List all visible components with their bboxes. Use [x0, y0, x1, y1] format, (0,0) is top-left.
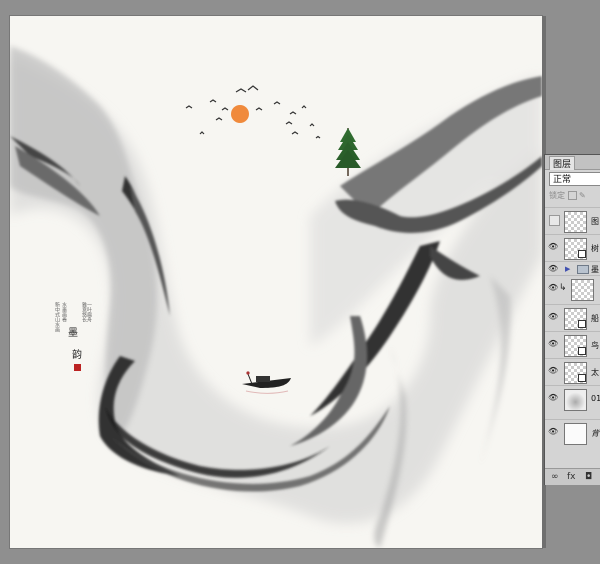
- blend-mode-select[interactable]: 正常: [549, 172, 600, 186]
- poem-column: 新中式山水画: [54, 302, 60, 332]
- eye-icon[interactable]: 👁: [548, 284, 558, 292]
- layer-thumbnail: [571, 279, 594, 301]
- tab-layers[interactable]: 图层: [549, 156, 576, 170]
- eye-icon[interactable]: 👁: [548, 313, 558, 321]
- eye-icon[interactable]: 👁: [548, 265, 558, 273]
- lock-transparency-icon[interactable]: [568, 191, 577, 200]
- pine-tree: [335, 128, 361, 176]
- layer-name: 背: [591, 429, 599, 438]
- layer-name: 船: [591, 314, 599, 323]
- lock-label: 锁定: [549, 191, 565, 200]
- eye-icon[interactable]: 👁: [548, 340, 558, 348]
- layer-name: 太: [591, 368, 599, 377]
- fx-icon[interactable]: fx: [567, 472, 576, 482]
- layer-name: 鸟: [591, 341, 599, 350]
- layer-name: 图: [591, 217, 599, 226]
- red-seal-stamp: [74, 364, 81, 371]
- layer-row[interactable]: 👁 树: [545, 234, 600, 261]
- layer-row[interactable]: 图: [545, 207, 600, 234]
- link-icon[interactable]: ∞: [551, 472, 559, 482]
- eye-icon[interactable]: 👁: [548, 367, 558, 375]
- layer-thumbnail: [564, 389, 587, 411]
- layer-row[interactable]: 👁 太: [545, 358, 600, 385]
- layer-thumbnail: [564, 423, 587, 445]
- visibility-toggle[interactable]: [549, 215, 560, 226]
- smart-object-icon: [578, 374, 586, 382]
- layer-name: 墨: [591, 265, 599, 274]
- layer-thumbnail: [564, 211, 587, 233]
- smart-object-icon: [578, 250, 586, 258]
- eye-icon[interactable]: 👁: [548, 394, 558, 402]
- layer-name: 01: [591, 394, 600, 403]
- layers-panel: 图层 正常 锁定 ✎ 图 👁 树 👁 ▶ 墨 👁 ↳ 👁 船 👁 鸟 👁 太 👁…: [544, 154, 600, 485]
- smart-object-icon: [578, 347, 586, 355]
- layer-group-row[interactable]: 👁 ▶ 墨: [545, 261, 600, 275]
- lock-row: 锁定 ✎: [549, 189, 600, 203]
- photoshop-workspace: 新中式山水画 水墨画卷 墨 韵 雅意悠长 一叶扁舟 图层 正常 锁定 ✎ 图 👁 …: [0, 0, 600, 564]
- vertical-poem-text: 新中式山水画 水墨画卷 墨 韵 雅意悠长 一叶扁舟: [54, 302, 92, 402]
- layer-row[interactable]: 👁 背: [545, 419, 600, 446]
- layers-panel-tab-bar: 图层: [545, 155, 600, 170]
- poem-column: 水墨画卷: [61, 302, 67, 322]
- birds-flock: [185, 85, 321, 139]
- clipping-arrow-icon: ↳: [559, 283, 567, 293]
- expand-triangle-icon[interactable]: ▶: [565, 265, 570, 273]
- layer-row[interactable]: 👁 ↳: [545, 275, 600, 302]
- eye-icon[interactable]: 👁: [548, 428, 558, 436]
- mask-icon[interactable]: ◘: [585, 472, 592, 482]
- eye-icon[interactable]: 👁: [548, 243, 558, 251]
- layer-row[interactable]: 👁 01: [545, 385, 600, 412]
- layer-row[interactable]: 👁 船: [545, 304, 600, 331]
- ink-landscape-artwork: [10, 46, 542, 548]
- folder-icon: [577, 265, 589, 274]
- poem-column: 一叶扁舟: [86, 302, 92, 322]
- layers-panel-footer: ∞ fx ◘: [545, 468, 600, 485]
- layer-row[interactable]: 👁 鸟: [545, 331, 600, 358]
- document-canvas[interactable]: 新中式山水画 水墨画卷 墨 韵 雅意悠长 一叶扁舟: [10, 16, 542, 548]
- title-character: 墨: [68, 328, 78, 339]
- layer-name: 树: [591, 244, 599, 253]
- title-character: 韵: [72, 350, 82, 361]
- fishing-boat: [242, 371, 291, 394]
- brush-icon[interactable]: ✎: [579, 191, 586, 200]
- smart-object-icon: [578, 320, 586, 328]
